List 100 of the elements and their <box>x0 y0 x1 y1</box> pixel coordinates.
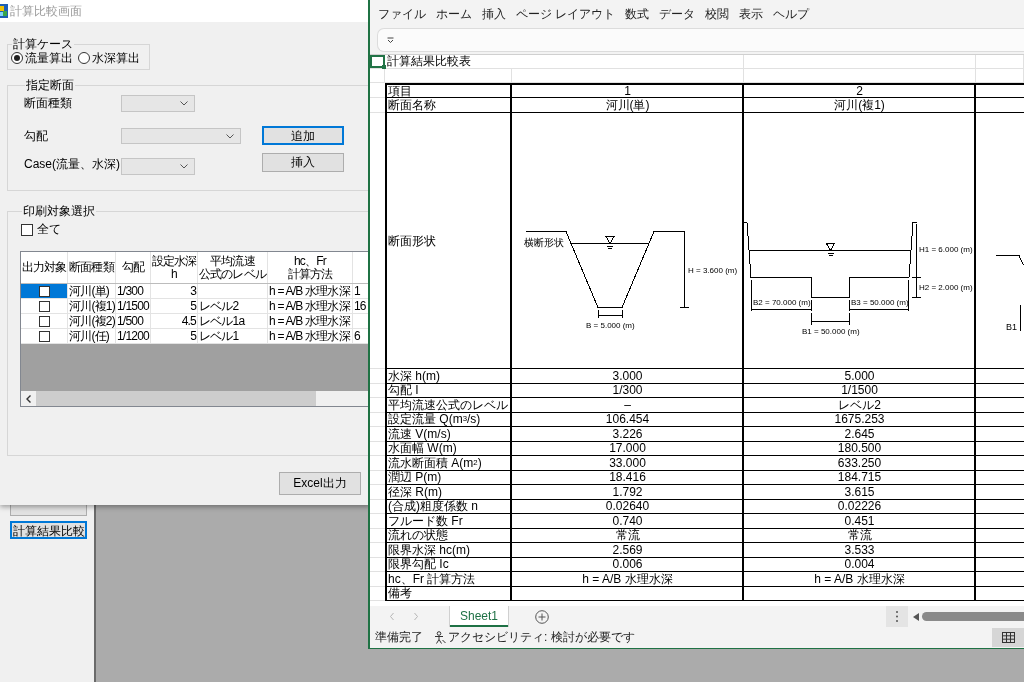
app-icon <box>0 4 8 18</box>
menu-item[interactable]: 数式 <box>620 6 655 22</box>
dimension-label: B3 = 50.000 (m) <box>851 298 909 307</box>
grid-cell: 5 <box>151 329 198 344</box>
checkbox-icon[interactable] <box>39 300 50 312</box>
table-cell: 3.000 <box>512 369 744 384</box>
caret-icon[interactable] <box>387 36 394 44</box>
table-cell: 流速 V(m/s) <box>385 427 512 442</box>
column-header[interactable]: 断面種類 <box>68 252 116 283</box>
table-cell: 1 <box>512 83 744 98</box>
table-cell: 0.740 <box>512 514 744 529</box>
field-label: 勾配 <box>24 127 49 145</box>
dialog-button[interactable]: 追加 <box>262 126 344 145</box>
menu-item[interactable]: ページ レイアウト <box>511 6 621 22</box>
menu-item[interactable]: 挿入 <box>477 6 511 22</box>
table-cell: 3.615 <box>744 485 976 500</box>
table-cell: 633.250 <box>744 456 976 471</box>
channel-section <box>995 255 1024 266</box>
menu-item[interactable]: ホーム <box>431 6 477 22</box>
grid-cell: 河川(単) <box>68 284 116 299</box>
sheet-title: 計算結果比較表 <box>387 55 471 68</box>
table-cell: 水深 h(m) <box>385 369 512 384</box>
table-cell: 0.004 <box>744 557 976 572</box>
checkbox-icon[interactable] <box>21 223 33 236</box>
table-cell: 2.645 <box>744 427 976 442</box>
export-button[interactable]: Excel出力 <box>279 472 361 495</box>
dimension-label: B = 5.000 (m) <box>586 321 635 330</box>
radio-icon[interactable] <box>11 52 23 64</box>
accessibility-button[interactable]: アクセシビリティ: 検討が必要です <box>434 629 635 646</box>
chevron-down-icon <box>226 133 234 139</box>
menu-item[interactable]: 表示 <box>734 6 769 22</box>
column-header[interactable]: 出力対象 <box>21 252 68 283</box>
table-cell: 106.454 <box>512 412 744 427</box>
checkbox-icon[interactable] <box>39 315 50 327</box>
dimension-label: B1 = 50.000 (m) <box>802 327 860 336</box>
table-cell: 常流 <box>744 528 976 543</box>
checkbox-icon[interactable] <box>39 285 50 297</box>
chevron-left-icon[interactable] <box>26 394 31 403</box>
table-cell: 3.533 <box>744 543 976 558</box>
table-cell: 河川(単) <box>512 98 744 113</box>
grid-cell[interactable] <box>21 299 68 314</box>
dialog-button[interactable]: 挿入 <box>262 153 344 172</box>
table-cell: 184.715 <box>744 470 976 485</box>
grid-cell: レベル1a <box>198 314 268 329</box>
grid-view-icon[interactable] <box>992 628 1024 647</box>
table-cell: 項目 <box>385 83 512 98</box>
table-cell: 常流 <box>512 528 744 543</box>
window-title: 計算比較画面 <box>10 2 82 20</box>
table-cell: 河川(複1) <box>744 98 976 113</box>
table-cell: h = A/B 水理水深 <box>512 572 744 587</box>
menu-item[interactable]: ヘルプ <box>768 6 815 22</box>
group-label: 印刷対象選択 <box>22 204 96 218</box>
grid-cell[interactable] <box>21 329 68 344</box>
dimension-label: H2 = 2.000 (m) <box>919 283 973 292</box>
field-label: 断面種類 <box>24 95 73 112</box>
sheet-cell <box>370 69 385 83</box>
radio-option[interactable]: 流量算出 <box>11 51 73 65</box>
scrollbar-thumb[interactable] <box>36 391 316 406</box>
table-cell: 1/1500 <box>744 383 976 398</box>
scrollbar-thumb[interactable] <box>922 612 1024 621</box>
menu-item[interactable]: 校閲 <box>700 6 735 22</box>
grid-cell[interactable] <box>21 314 68 329</box>
dimension-label: B1 <box>1006 322 1017 332</box>
menu-item[interactable]: データ <box>654 6 701 22</box>
column-header[interactable]: 平均流速 公式のレベル <box>198 252 268 283</box>
sheet-cell <box>976 55 1024 69</box>
radio-icon[interactable] <box>78 52 90 64</box>
grid-cell[interactable] <box>21 284 68 299</box>
app-button[interactable]: 計算結果比較 <box>10 521 87 539</box>
table-cell: h = A/B 水理水深 <box>744 572 976 587</box>
table-cell: 限界勾配 Ic <box>385 557 512 572</box>
accessibility-icon <box>434 631 446 644</box>
grid-cell: h = A/B 水理水深 <box>268 299 353 314</box>
grid-cell: 4.5 <box>151 314 198 329</box>
table-cell: 17.000 <box>512 441 744 456</box>
table-cell: 1.792 <box>512 485 744 500</box>
grid-cell: 河川(複2) <box>68 314 116 329</box>
table-cell: 平均流速公式のレベル <box>385 398 512 413</box>
table-cell: 限界水深 hc(m) <box>385 543 512 558</box>
chevron-down-icon <box>180 164 188 169</box>
grid-cell: h = A/B 水理水深 <box>268 314 353 329</box>
horizontal-scrollbar[interactable] <box>21 391 370 406</box>
checkbox-option[interactable]: 全て <box>21 223 61 236</box>
column-header[interactable]: 設定水深 h <box>151 252 198 283</box>
table-cell: 断面名称 <box>385 98 512 113</box>
radio-option[interactable]: 水深算出 <box>78 51 140 65</box>
checkbox-icon[interactable] <box>39 330 50 342</box>
more-icon[interactable] <box>886 606 908 627</box>
table-cell: 0.02226 <box>744 499 976 514</box>
add-icon[interactable] <box>535 609 549 624</box>
sheet-tab[interactable]: Sheet1 <box>450 606 508 627</box>
table-cell: 水面幅 W(m) <box>385 441 512 456</box>
table-cell: – <box>512 398 744 413</box>
table-cell: 18.416 <box>512 470 744 485</box>
grid-cell: h = A/B 水理水深 <box>268 329 353 344</box>
table-cell: 3.226 <box>512 427 744 442</box>
menu-item[interactable]: ファイル <box>373 6 431 22</box>
grid-cell: 河川(複1) <box>68 299 116 314</box>
water-level-icon <box>826 243 835 256</box>
scroll-left-icon[interactable] <box>913 612 919 621</box>
